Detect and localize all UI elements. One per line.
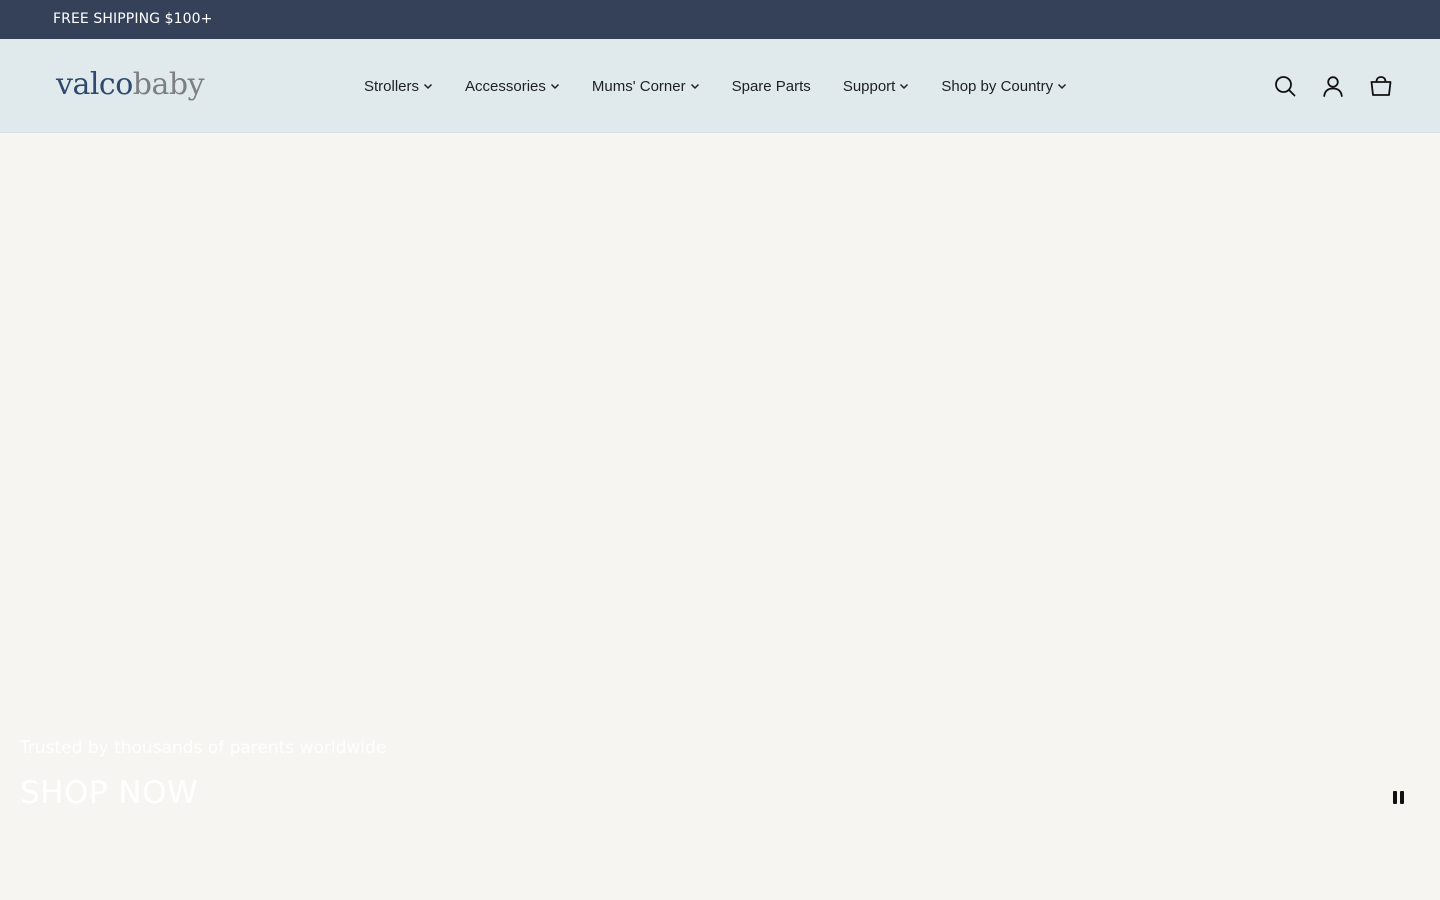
hero-subtitle: Trusted by thousands of parents worldwid… bbox=[20, 738, 387, 758]
account-icon bbox=[1323, 76, 1343, 97]
search-icon bbox=[1275, 76, 1296, 97]
nav-item-spare-parts[interactable]: Spare Parts bbox=[732, 75, 811, 97]
nav-item-label: Mums' Corner bbox=[591, 77, 686, 95]
site-header: valcobaby Strollers Accessories Mums' Co… bbox=[0, 39, 1440, 133]
chevron-down-icon bbox=[1058, 83, 1067, 90]
slideshow-pause-button[interactable] bbox=[1386, 785, 1410, 809]
nav-item-label: Accessories bbox=[465, 77, 546, 95]
chevron-down-icon bbox=[550, 83, 559, 90]
chevron-down-icon bbox=[690, 83, 699, 90]
nav-item-label: Strollers bbox=[364, 77, 420, 95]
cart-button[interactable] bbox=[1368, 73, 1394, 99]
header-icons bbox=[1272, 73, 1394, 99]
logo-text-secondary: baby bbox=[132, 67, 205, 102]
search-button[interactable] bbox=[1272, 73, 1298, 99]
nav-item-mums-corner[interactable]: Mums' Corner bbox=[592, 75, 700, 97]
cart-icon bbox=[1370, 76, 1392, 96]
account-button[interactable] bbox=[1320, 73, 1346, 99]
nav-item-label: Spare Parts bbox=[731, 77, 811, 95]
nav-item-accessories[interactable]: Accessories bbox=[465, 75, 560, 97]
nav-item-label: Support bbox=[842, 77, 896, 95]
nav-item-strollers[interactable]: Strollers bbox=[364, 75, 433, 97]
hero-banner: Trusted by thousands of parents worldwid… bbox=[0, 133, 1440, 900]
nav-item-label: Shop by Country bbox=[941, 77, 1054, 95]
nav-item-shop-by-country[interactable]: Shop by Country bbox=[941, 75, 1067, 97]
pause-icon bbox=[1392, 790, 1404, 804]
main-nav: Strollers Accessories Mums' Corner Spare… bbox=[364, 75, 1067, 97]
chevron-down-icon bbox=[423, 83, 433, 90]
logo[interactable]: valcobaby bbox=[56, 65, 205, 105]
chevron-down-icon bbox=[900, 83, 909, 90]
nav-item-support[interactable]: Support bbox=[843, 75, 910, 97]
shop-now-button[interactable]: SHOP NOW bbox=[20, 773, 198, 813]
logo-text-primary: valco bbox=[56, 67, 133, 102]
announcement-bar: FREE SHIPPING $100+ bbox=[0, 0, 1440, 39]
announcement-text: FREE SHIPPING $100+ bbox=[53, 11, 213, 27]
